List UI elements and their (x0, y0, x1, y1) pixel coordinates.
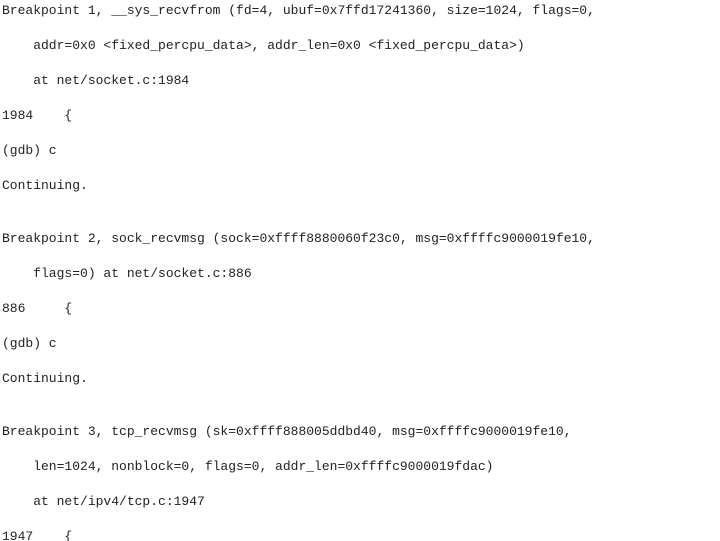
bp-args-cont: flags=0) at net/socket.c:886 (2, 265, 718, 283)
continuing: Continuing. (2, 370, 718, 388)
src-line: 1984 { (2, 107, 718, 125)
gdb-output[interactable]: Breakpoint 1, __sys_recvfrom (fd=4, ubuf… (0, 0, 720, 541)
bp-args-cont: addr=0x0 <fixed_percpu_data>, addr_len=0… (2, 37, 718, 55)
bp-header: Breakpoint 1, __sys_recvfrom (fd=4, ubuf… (2, 2, 718, 20)
bp-args-cont: len=1024, nonblock=0, flags=0, addr_len=… (2, 458, 718, 476)
gdb-prompt[interactable]: (gdb) c (2, 335, 718, 353)
bp-header: Breakpoint 2, sock_recvmsg (sock=0xffff8… (2, 230, 718, 248)
bp-at: at net/ipv4/tcp.c:1947 (2, 493, 718, 511)
continuing: Continuing. (2, 177, 718, 195)
bp-at: at net/socket.c:1984 (2, 72, 718, 90)
src-line: 886 { (2, 300, 718, 318)
src-line: 1947 { (2, 528, 718, 541)
gdb-prompt[interactable]: (gdb) c (2, 142, 718, 160)
bp-header: Breakpoint 3, tcp_recvmsg (sk=0xffff8880… (2, 423, 718, 441)
